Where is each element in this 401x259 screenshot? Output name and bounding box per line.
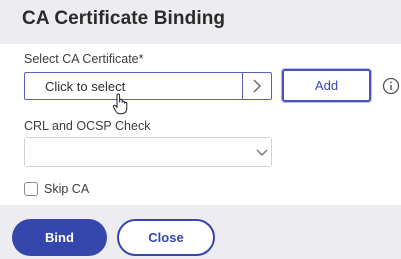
chevron-down-icon <box>255 146 269 158</box>
ca-certificate-select[interactable]: Click to select <box>24 72 272 100</box>
skip-ca-checkbox[interactable] <box>24 182 38 196</box>
dialog-header: CA Certificate Binding <box>0 0 401 44</box>
chevron-right-icon[interactable] <box>249 78 265 94</box>
crl-ocsp-select[interactable] <box>24 137 272 167</box>
page-title: CA Certificate Binding <box>22 8 226 29</box>
ca-certificate-select-text: Click to select <box>45 79 126 94</box>
add-button[interactable]: Add <box>282 69 371 102</box>
select-divider <box>242 73 243 99</box>
close-button[interactable]: Close <box>117 219 215 256</box>
crl-ocsp-label: CRL and OCSP Check <box>24 119 151 133</box>
skip-ca-label: Skip CA <box>44 182 90 196</box>
ca-certificate-label: Select CA Certificate* <box>24 52 144 66</box>
bind-button[interactable]: Bind <box>12 219 107 256</box>
info-icon[interactable] <box>382 77 400 95</box>
